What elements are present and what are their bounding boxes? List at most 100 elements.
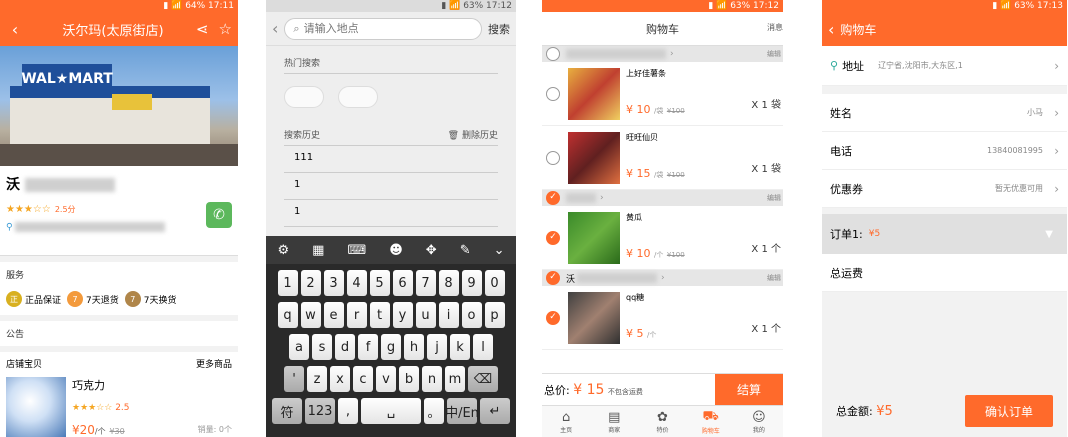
hot-search-chip[interactable] [338,86,378,108]
keyboard-key[interactable]: j [427,334,447,360]
group-checkbox[interactable]: ✓ [546,271,560,285]
checkout-button[interactable]: 结算 [715,373,783,406]
cart-icon: ⛟ [702,408,719,424]
keyboard-key[interactable]: i [438,302,459,328]
keyboard-key[interactable]: 。 [424,398,444,424]
keyboard-key[interactable]: e [323,302,344,328]
keyboard-key[interactable]: 5 [369,270,390,296]
keyboard-key[interactable]: f [358,334,378,360]
confirm-order-button[interactable]: 确认订单 [965,395,1053,427]
tab-home[interactable]: ⌂ 主页 [542,406,590,437]
keyboard-key[interactable]: r [346,302,367,328]
name-row[interactable]: 姓名 小马 › [822,94,1067,132]
more-goods-link[interactable]: 更多商品 [196,357,232,370]
item-checkbox[interactable] [546,86,560,101]
total-value: ¥5 [876,404,893,419]
keyboard-key[interactable]: 0 [484,270,505,296]
keyboard-key[interactable]: m [445,366,465,392]
back-icon[interactable]: ‹ [822,20,840,39]
tab-cart[interactable]: ⛟ 购物车 [687,406,735,437]
keyboard-key[interactable]: 7 [415,270,436,296]
search-input[interactable] [303,22,424,35]
keyboard-key[interactable]: h [404,334,424,360]
keyboard-key[interactable]: k [450,334,470,360]
user-icon: ☺ [752,409,766,425]
edit-link[interactable]: 编辑 [767,273,781,283]
item-checkbox[interactable]: ✓ [546,230,560,245]
keyboard-key[interactable]: 中/En [445,398,479,424]
edit-link[interactable]: 编辑 [767,193,781,203]
keyboard-key[interactable]: o [461,302,482,328]
address-row[interactable]: ⚲ 地址 辽宁省,沈阳市,大东区,1 › [822,46,1067,86]
favorite-star-icon[interactable]: ☆ [219,20,232,38]
keyboard-key[interactable]: x [330,366,350,392]
keyboard-key[interactable]: ␣ [361,398,421,424]
keyboard-key[interactable]: c [353,366,373,392]
keyboard-key[interactable]: v [376,366,396,392]
keyboard-key[interactable]: t [369,302,390,328]
item-checkbox[interactable] [546,150,560,165]
search-button[interactable]: 搜索 [488,21,510,37]
settings-icon[interactable]: ⚙ [278,243,290,258]
keyboard-key[interactable]: 8 [438,270,459,296]
keyboard-key[interactable]: 6 [392,270,413,296]
shipping-row: 总运费 [822,254,1067,292]
product-item[interactable]: 巧克力 ★★★☆☆ 2.5 ¥20/个 ¥30 销量: 0个 [0,375,238,437]
keyboard-key[interactable]: ' [284,366,304,392]
keyboard-key[interactable]: g [381,334,401,360]
handwriting-icon[interactable]: ✎ [460,243,471,258]
keyboard-key[interactable]: , [338,398,358,424]
emoji-icon[interactable]: ☻ [389,243,403,258]
keyboard-key[interactable]: ⌫ [468,366,498,392]
keyboard-key[interactable]: y [392,302,413,328]
tab-mine[interactable]: ☺ 我的 [735,406,783,437]
keyboard-key[interactable]: 2 [300,270,321,296]
collapse-keyboard-icon[interactable]: ⌄ [494,243,505,258]
keyboard-key[interactable]: a [289,334,309,360]
history-item[interactable]: 1 [284,200,498,227]
keyboard-key[interactable]: ↵ [480,398,510,424]
phone-call-button[interactable]: ✆ [206,202,232,228]
group-checkbox[interactable] [546,47,560,61]
share-icon[interactable]: ⋖ [196,20,209,38]
keyboard-key[interactable]: l [473,334,493,360]
product-image [568,211,620,264]
keyboard-key[interactable]: d [335,334,355,360]
hot-search-chip[interactable] [284,86,324,108]
back-icon[interactable]: ‹ [0,20,30,39]
cursor-move-icon[interactable]: ✥ [426,243,437,258]
keyboard-icon[interactable]: ⌨ [347,243,366,258]
keyboard-key[interactable]: 9 [461,270,482,296]
phone-row[interactable]: 电话 13840081995 › [822,132,1067,170]
history-item[interactable]: 111 [284,146,498,173]
keyboard-key[interactable]: w [300,302,321,328]
product-rating: ★★★☆☆ 2.5 [72,403,130,413]
keyboard-key[interactable]: s [312,334,332,360]
history-item[interactable]: 1 [284,173,498,200]
keyboard-key[interactable]: 123 [305,398,335,424]
keyboard-key[interactable]: 4 [346,270,367,296]
chevron-right-icon: › [1054,143,1059,158]
keyboard-key[interactable]: z [307,366,327,392]
keyboard-key[interactable]: 1 [277,270,298,296]
edit-link[interactable]: 编辑 [767,49,781,59]
order-row[interactable]: 订单1: ¥5 ▼ [822,214,1067,254]
item-checkbox[interactable]: ✓ [546,310,560,325]
back-icon[interactable]: ‹ [272,19,278,38]
delete-history-button[interactable]: 🗑 删除历史 [448,128,498,141]
coupon-row[interactable]: 优惠券 暂无优惠可用 › [822,170,1067,208]
keyboard-key[interactable]: 3 [323,270,344,296]
keyboard-key[interactable]: u [415,302,436,328]
message-link[interactable]: 消息 [767,22,783,33]
tab-specials[interactable]: ✿ 特价 [638,406,686,437]
keyboard-key[interactable]: 符 [272,398,302,424]
keyboard-key[interactable]: p [484,302,505,328]
keyboard-key[interactable]: n [422,366,442,392]
status-bar: ▮ 📶 63% 17:12 [542,0,783,12]
tab-merchants[interactable]: ▤ 商家 [590,406,638,437]
store-photo: WAL★MART [0,46,238,166]
clipboard-icon[interactable]: ▦ [312,243,324,258]
group-checkbox[interactable]: ✓ [546,191,560,205]
keyboard-key[interactable]: b [399,366,419,392]
keyboard-key[interactable]: q [277,302,298,328]
